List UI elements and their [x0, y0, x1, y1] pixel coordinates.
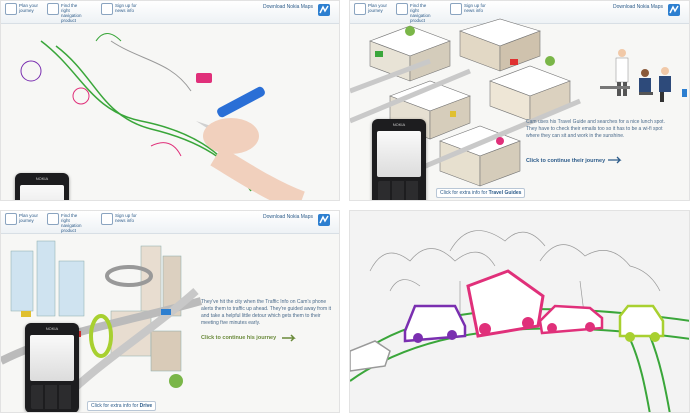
arrow-right-icon[interactable]	[282, 334, 296, 342]
extra-info-link[interactable]: Click for extra info for Travel Guides	[436, 188, 526, 198]
panel-travel-guide: Plan your journey Find the right navigat…	[349, 0, 690, 201]
story-caption: They've hit the city when the Traffic In…	[201, 299, 332, 326]
story-caption: Cam uses his Travel Guide and searches f…	[526, 119, 665, 139]
extra-info-prefix: Click for extra info for	[91, 403, 140, 409]
phone-device: NOKIA	[15, 173, 69, 200]
phone-brand: NOKIA	[45, 326, 59, 331]
panel-traffic-info: Plan your journey Find the right navigat…	[0, 210, 340, 413]
phone-screen	[377, 131, 421, 177]
arrow-right-icon[interactable]	[608, 156, 622, 164]
extra-info-topic: Drive	[139, 403, 153, 409]
extra-info-topic: Travel Guides	[488, 190, 522, 196]
purple-car	[403, 304, 467, 343]
phone-keypad	[378, 181, 420, 200]
phone-brand: NOKIA	[392, 122, 406, 127]
phone-device: NOKIA	[372, 119, 426, 200]
extra-info-prefix: Click for extra info for	[440, 190, 489, 196]
panel-drawing: Plan your journey Find the right navigat…	[0, 0, 340, 201]
phone-screen	[20, 185, 64, 200]
phone-screen	[30, 335, 74, 381]
magenta-car	[538, 304, 604, 335]
continue-journey-link[interactable]: Click to continue their journey	[526, 158, 605, 164]
speaker-icon[interactable]	[682, 89, 687, 97]
storyboard-grid: Plan your journey Find the right navigat…	[0, 0, 690, 413]
people-illustration	[600, 49, 671, 102]
phone-brand: NOKIA	[35, 176, 49, 181]
pink-bus	[466, 269, 545, 338]
cars-illustration	[350, 230, 689, 412]
phone-keypad	[31, 385, 73, 409]
continue-journey-link[interactable]: Click to continue his journey	[201, 335, 276, 341]
panel-cars-road	[349, 210, 690, 413]
extra-info-link[interactable]: Click for extra info for Drive	[87, 401, 157, 411]
lime-van	[618, 304, 665, 342]
grey-car	[350, 340, 391, 372]
hand-drawn-map	[20, 33, 305, 200]
phone-device: NOKIA	[25, 323, 79, 412]
